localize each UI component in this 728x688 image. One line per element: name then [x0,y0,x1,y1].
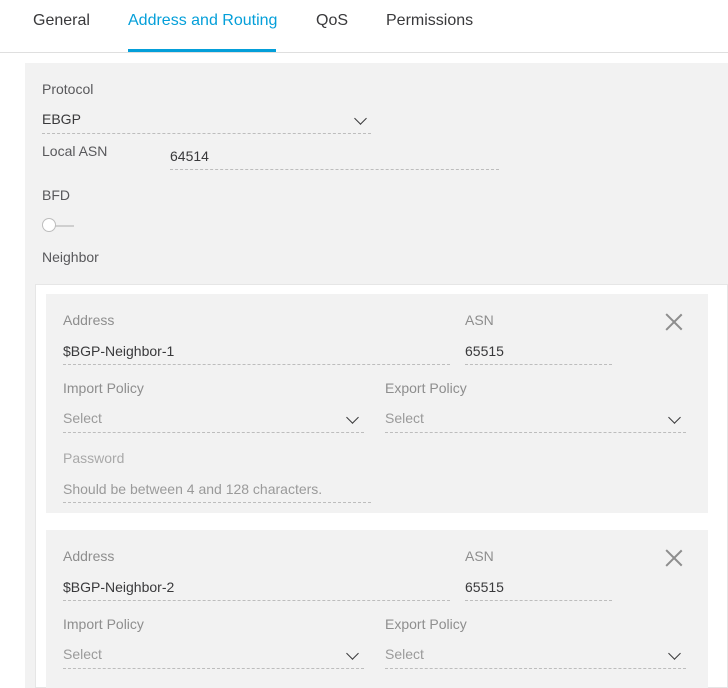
neighbor-1-export-policy-placeholder: Select [385,410,424,426]
neighbor-1-asn-value: 65515 [465,343,504,359]
neighbor-1-address-underline [63,364,450,365]
protocol-value: EBGP [42,111,81,127]
neighbor-1-export-policy-label: Export Policy [385,380,467,396]
neighbor-2-export-policy-placeholder: Select [385,646,424,662]
neighbor-2-import-policy-placeholder: Select [63,646,102,662]
neighbor-1-asn-label: ASN [465,312,494,328]
neighbor-card-2 [46,530,708,688]
neighbor-2-asn-value: 65515 [465,579,504,595]
local-asn-underline [170,169,499,170]
neighbor-1-password-underline [63,502,371,503]
neighbor-2-address-label: Address [63,548,115,564]
neighbor-2-export-policy-label: Export Policy [385,616,467,632]
tab-bar: General Address and Routing QoS Permissi… [0,0,728,53]
protocol-label: Protocol [42,81,94,97]
neighbor-1-password-hint: Should be between 4 and 128 characters. [63,481,323,497]
tab-qos[interactable]: QoS [316,12,348,30]
bfd-toggle-knob [42,218,56,232]
neighbor-1-address-value: $BGP-Neighbor-1 [63,343,175,359]
neighbor-1-export-policy-underline [385,432,686,433]
local-asn-label: Local ASN [42,143,108,159]
remove-neighbor-2-close-icon[interactable] [665,549,683,567]
tab-general[interactable]: General [33,12,90,30]
neighbor-2-asn-underline [465,600,612,601]
remove-neighbor-1-close-icon[interactable] [665,313,683,331]
neighbor-2-export-policy-underline [385,668,686,669]
neighbor-label: Neighbor [42,249,99,265]
neighbor-2-address-value: $BGP-Neighbor-2 [63,579,175,595]
local-asn-value: 64514 [170,148,209,164]
neighbor-1-password-label: Password [63,450,125,466]
neighbor-1-import-policy-placeholder: Select [63,410,102,426]
neighbor-1-address-label: Address [63,312,115,328]
tab-permissions[interactable]: Permissions [386,12,473,30]
neighbor-2-import-policy-underline [63,668,364,669]
neighbor-2-address-underline [63,600,450,601]
neighbor-2-asn-label: ASN [465,548,494,564]
active-tab-indicator [128,49,276,52]
bfd-label: BFD [42,187,70,203]
neighbor-1-import-policy-underline [63,432,364,433]
neighbor-2-import-policy-label: Import Policy [63,616,144,632]
tab-address-and-routing[interactable]: Address and Routing [128,12,277,30]
neighbor-1-import-policy-label: Import Policy [63,380,144,396]
protocol-underline [42,133,371,134]
neighbor-1-asn-underline [465,364,612,365]
